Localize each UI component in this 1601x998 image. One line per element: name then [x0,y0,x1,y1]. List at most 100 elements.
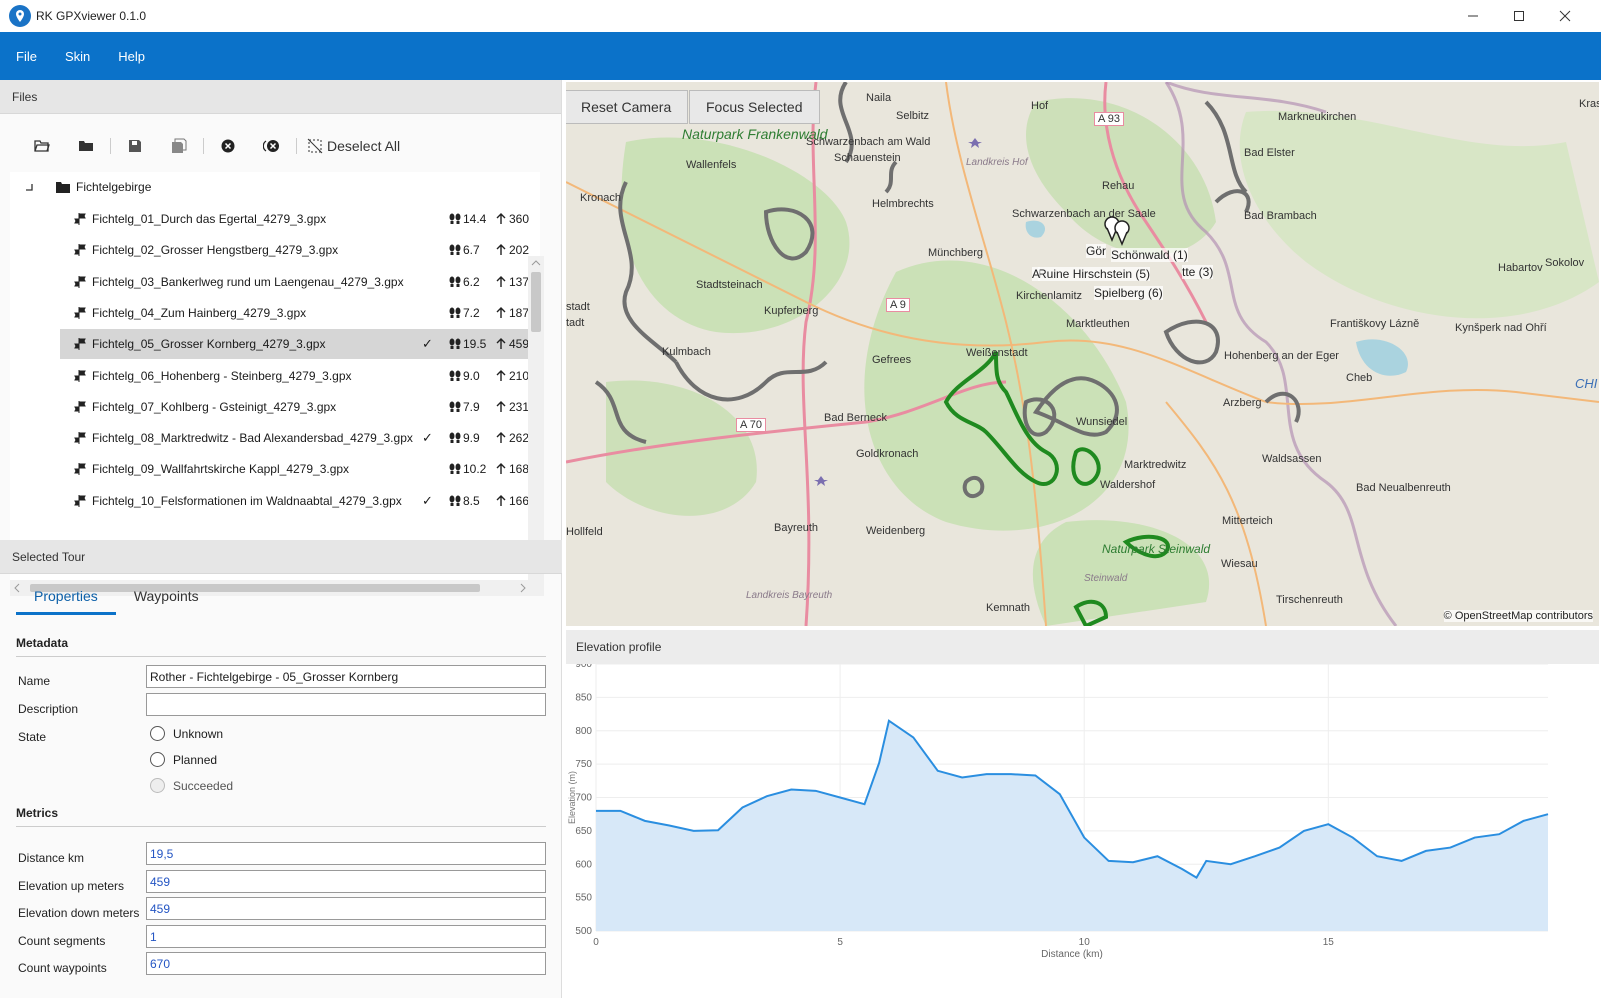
route-icon [74,463,86,476]
state-planned-radio[interactable]: Planned [150,752,217,767]
metric-field[interactable]: 19,5 [146,842,546,865]
map-place-label: Hohenberg an der Eger [1224,350,1339,362]
state-succeeded-radio[interactable]: Succeeded [150,778,233,793]
waypoint-label: Ruine Hirschstein (5) [1038,267,1151,281]
save-all-button[interactable] [157,132,201,160]
file-tree[interactable]: Fichtelgebirge Fichtelg_01_Durch das Ege… [10,172,540,592]
y-tick-label: 750 [575,759,592,770]
file-name: Fichtelg_08_Marktredwitz - Bad Alexander… [92,431,413,446]
files-panel-header: Files [0,80,561,114]
distance-value: 19.5 [448,337,486,351]
deselect-all-button[interactable]: Deselect All [307,138,400,154]
file-row[interactable]: Fichtelg_04_Zum Hainberg_4279_3.gpx 7.2 18… [60,298,532,328]
file-row[interactable]: Fichtelg_08_Marktredwitz - Bad Alexander… [60,423,532,453]
map-place-label: Kirchenlamitz [1016,290,1083,302]
map-place-label: Hollfeld [566,526,603,538]
footprints-icon [449,244,461,256]
arrow-up-icon [496,463,506,475]
tab-properties[interactable]: Properties [16,580,116,615]
description-label: Description [18,702,79,716]
radio-circle-icon [150,726,165,741]
menu-file[interactable]: File [16,45,37,68]
name-field[interactable]: Rother - Fichtelgebirge - 05_Grosser Kor… [146,665,546,688]
distance-value: 7.2 [448,306,480,320]
file-row[interactable]: Fichtelg_01_Durch das Egertal_4279_3.gpx… [60,204,532,234]
file-name: Fichtelg_01_Durch das Egertal_4279_3.gpx [92,212,327,226]
close-icon[interactable] [1542,0,1588,32]
map-place-label: Bad Berneck [824,412,887,424]
metric-field[interactable]: 459 [146,897,546,920]
tab-waypoints[interactable]: Waypoints [116,580,217,615]
state-unknown-radio[interactable]: Unknown [150,726,223,741]
state-planned-label: Planned [173,752,218,767]
file-name: Fichtelg_09_Wallfahrtskirche Kappl_4279_… [92,462,350,477]
metric-field[interactable]: 459 [146,869,546,893]
elevation-panel: Elevation profile 500 550 600 650 700 750 800 8… [566,630,1599,998]
footprints-icon [449,401,461,412]
elevation-text: 262 [509,431,530,446]
file-row[interactable]: Fichtelg_05_Grosser Kornberg_4279_3.gpx ✓… [60,329,532,360]
map-place-label: Rehau [1102,180,1135,192]
metric-label: Count segments [18,933,106,948]
distance-value: 6.2 [448,275,480,289]
folder-icon [56,182,70,193]
tree-folder[interactable]: Fichtelgebirge [24,180,151,194]
distance-value: 9.0 [448,369,480,383]
file-name: Fichtelg_07_Kohlberg - Gsteinigt_4279_3.… [92,399,337,414]
map-attribution[interactable]: © OpenStreetMap contributors [1443,610,1593,622]
menu-help[interactable]: Help [118,45,145,68]
file-row[interactable]: Fichtelg_09_Wallfahrtskirche Kappl_4279_… [60,454,532,484]
metric-label: Elevation down meters [18,906,140,920]
folder-label: Fichtelgebirge [76,180,152,194]
close-circle-icon [221,139,235,153]
scroll-thumb[interactable] [531,272,541,332]
reset-camera-button[interactable]: Reset Camera [566,90,689,124]
footprints-icon [449,370,461,381]
description-field[interactable] [146,693,546,716]
state-unknown-label: Unknown [173,726,224,741]
save-button[interactable] [113,132,157,160]
metric-label: Count waypoints [18,961,107,975]
map-place-label: tadt [566,317,585,329]
file-row[interactable]: Fichtelg_06_Hohenberg - Steinberg_4279_3… [60,361,532,391]
file-row[interactable]: Fichtelg_10_Felsformationen im Waldnaabt… [60,486,532,516]
map-view[interactable]: Reset Camera Focus Selected Naila Selbitz… [566,82,1599,626]
map-place-label: Marktleuthen [1066,318,1130,330]
metric-label: Distance km [18,851,85,865]
map-place-label: Kemnath [986,602,1031,614]
map-place-label: Schwarzenbach an der Saale [1012,208,1156,220]
file-row[interactable]: Fichtelg_02_Grosser Hengstberg_4279_3.gp… [60,235,532,265]
map-place-label: Kraslice [1579,98,1599,110]
close-file-button[interactable] [206,132,250,160]
file-name: Fichtelg_05_Grosser Kornberg_4279_3.gpx [92,337,326,352]
map-place-label: Hof [1031,100,1049,112]
menu-skin[interactable]: Skin [65,45,90,68]
metric-field[interactable]: 1 [146,924,546,948]
files-toolbar: Deselect All [20,132,400,160]
map-place-label: Habartov [1498,262,1543,274]
map-place-label: Sokolov [1545,257,1585,269]
deselect-all-label: Deselect All [327,138,401,154]
route-icon [74,432,86,445]
close-all-button[interactable] [250,132,294,160]
metadata-section-title: Metadata [16,636,546,657]
file-row[interactable]: Fichtelg_07_Kohlberg - Gsteinigt_4279_3.… [60,392,532,422]
save-icon [129,140,141,152]
selected-tour-title: Selected Tour [12,549,86,564]
elevation-value: 459 [496,337,529,351]
map-place-label: Landkreis Bayreuth [746,590,833,601]
metric-field[interactable]: 670 [146,952,546,975]
minimize-icon[interactable] [1450,0,1496,32]
open-file-button[interactable] [20,132,64,160]
maximize-icon[interactable] [1496,0,1542,32]
distance-text: 8.5 [463,493,480,508]
open-folder-button[interactable] [64,132,108,160]
distance-value: 9.9 [448,431,480,445]
toolbar-separator [110,138,111,154]
elevation-chart[interactable]: 500 550 600 650 700 750 800 850 900 0 5 10 15 Distanc… [566,664,1599,998]
elevation-area [596,720,1548,931]
focus-selected-button[interactable]: Focus Selected [689,90,820,124]
toolbar-separator [203,138,204,154]
file-row[interactable]: Fichtelg_03_Bankerlweg rund um Laengenau… [60,267,532,297]
map-place-label: Stadtsteinach [696,279,763,291]
